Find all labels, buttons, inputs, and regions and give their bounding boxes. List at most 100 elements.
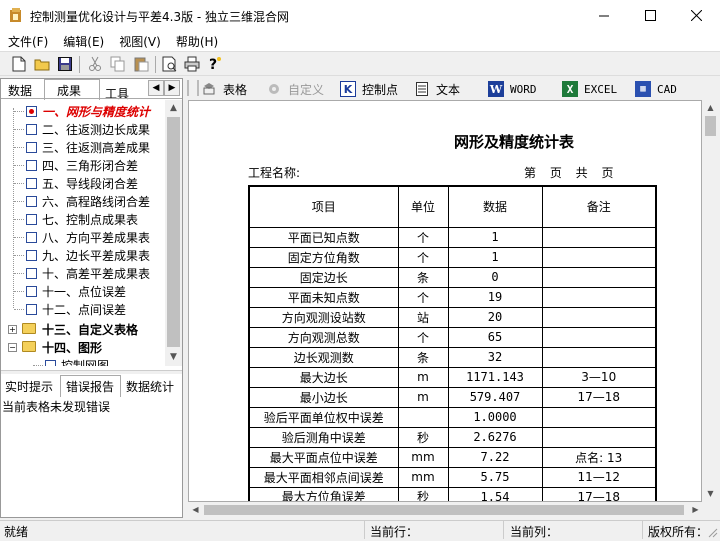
- table-cell[interactable]: 19: [447, 286, 543, 308]
- table-cell[interactable]: 个: [397, 226, 449, 248]
- checkbox-icon[interactable]: [26, 124, 37, 135]
- scroll-left-icon[interactable]: ◀: [188, 502, 203, 518]
- table-cell[interactable]: [541, 426, 657, 448]
- table-cell[interactable]: 个: [397, 246, 449, 268]
- table-cell[interactable]: 最大方位角误差: [248, 486, 399, 501]
- scroll-down-icon[interactable]: ▼: [165, 349, 182, 366]
- table-cell[interactable]: 验后测角中误差: [248, 426, 399, 448]
- tab-scroll-right-icon[interactable]: ▶: [164, 80, 180, 96]
- table-cell[interactable]: 秒: [397, 426, 449, 448]
- table-cell[interactable]: 条: [397, 346, 449, 368]
- minimize-button[interactable]: [581, 0, 627, 31]
- table-cell[interactable]: 1.0000: [447, 406, 543, 428]
- custom-button[interactable]: 自定义: [266, 80, 324, 98]
- save-icon[interactable]: [56, 55, 74, 73]
- table-cell[interactable]: 秒: [397, 486, 449, 501]
- table-cell[interactable]: 0: [447, 266, 543, 288]
- table-cell[interactable]: [541, 306, 657, 328]
- table-cell[interactable]: [541, 286, 657, 308]
- checkbox-icon[interactable]: [26, 286, 37, 297]
- table-cell[interactable]: 最大平面相邻点间误差: [248, 466, 399, 488]
- tab-scroll-left-icon[interactable]: ◀: [148, 80, 164, 96]
- table-cell[interactable]: 验后平面单位权中误差: [248, 406, 399, 428]
- cad-button[interactable]: ▦ CAD: [635, 80, 677, 98]
- tab-results[interactable]: 成果: [57, 79, 81, 98]
- scroll-up-icon[interactable]: ▲: [703, 100, 718, 115]
- table-cell[interactable]: [541, 266, 657, 288]
- scroll-thumb[interactable]: [167, 117, 180, 347]
- table-cell[interactable]: 20: [447, 306, 543, 328]
- menu-view[interactable]: 视图(V): [111, 31, 168, 51]
- table-cell[interactable]: 固定方位角数: [248, 246, 399, 268]
- menu-edit[interactable]: 编辑(E): [55, 31, 111, 51]
- tab-data-statistics[interactable]: 数据统计: [122, 376, 178, 396]
- table-cell[interactable]: 平面已知点数: [248, 226, 399, 248]
- print-preview-icon[interactable]: [161, 55, 179, 73]
- table-cell[interactable]: 3—10: [541, 366, 657, 388]
- tab-data[interactable]: 数据: [8, 79, 32, 98]
- scroll-thumb[interactable]: [705, 116, 716, 136]
- table-button[interactable]: 表格: [201, 80, 247, 98]
- checkbox-icon[interactable]: [26, 196, 37, 207]
- table-cell[interactable]: 1171.143: [447, 366, 543, 388]
- table-cell[interactable]: 个: [397, 326, 449, 348]
- table-cell[interactable]: 32: [447, 346, 543, 368]
- table-cell[interactable]: 固定边长: [248, 266, 399, 288]
- table-cell[interactable]: 11—12: [541, 466, 657, 488]
- checkbox-icon[interactable]: [26, 160, 37, 171]
- scroll-thumb[interactable]: [204, 505, 684, 515]
- table-cell[interactable]: 1: [447, 246, 543, 268]
- table-cell[interactable]: 1: [447, 226, 543, 248]
- table-cell[interactable]: [541, 346, 657, 368]
- text-button[interactable]: 文本: [414, 80, 460, 98]
- menu-help[interactable]: 帮助(H): [168, 31, 225, 51]
- table-cell[interactable]: 2.6276: [447, 426, 543, 448]
- print-icon[interactable]: [183, 55, 201, 73]
- checkbox-icon[interactable]: [26, 232, 37, 243]
- resize-grip-icon[interactable]: [706, 526, 718, 538]
- excel-button[interactable]: X EXCEL: [562, 80, 617, 98]
- paste-icon[interactable]: [132, 55, 150, 73]
- table-cell[interactable]: 7.22: [447, 446, 543, 468]
- scroll-up-icon[interactable]: ▲: [165, 100, 182, 117]
- table-cell[interactable]: 17—18: [541, 486, 657, 501]
- table-cell[interactable]: mm: [397, 446, 449, 468]
- document-vertical-scrollbar[interactable]: ▲ ▼: [703, 100, 718, 502]
- scroll-right-icon[interactable]: ▶: [688, 502, 703, 518]
- maximize-button[interactable]: [627, 0, 673, 31]
- table-cell[interactable]: 站: [397, 306, 449, 328]
- expand-icon[interactable]: +: [8, 325, 17, 334]
- table-cell[interactable]: 个: [397, 286, 449, 308]
- collapse-icon[interactable]: −: [8, 343, 17, 352]
- table-cell[interactable]: m: [397, 366, 449, 388]
- table-cell[interactable]: [541, 326, 657, 348]
- table-cell[interactable]: 平面未知点数: [248, 286, 399, 308]
- checkbox-icon[interactable]: [26, 178, 37, 189]
- table-cell[interactable]: 边长观测数: [248, 346, 399, 368]
- tab-error-report[interactable]: 错误报告: [62, 376, 118, 396]
- cut-icon[interactable]: [86, 55, 104, 73]
- tab-realtime-tips[interactable]: 实时提示: [1, 376, 57, 396]
- table-cell[interactable]: 点名: 13: [541, 446, 657, 468]
- checkbox-icon[interactable]: [26, 214, 37, 225]
- checkbox-icon[interactable]: [26, 304, 37, 315]
- menu-file[interactable]: 文件(F): [0, 31, 55, 51]
- word-button[interactable]: W WORD: [488, 80, 537, 98]
- table-cell[interactable]: 65: [447, 326, 543, 348]
- table-cell[interactable]: m: [397, 386, 449, 408]
- checkbox-icon[interactable]: [26, 106, 37, 117]
- help-icon[interactable]: ?: [205, 55, 223, 73]
- table-cell[interactable]: 方向观测设站数: [248, 306, 399, 328]
- table-cell[interactable]: [541, 246, 657, 268]
- table-cell[interactable]: 最大平面点位中误差: [248, 446, 399, 468]
- table-cell[interactable]: mm: [397, 466, 449, 488]
- control-point-button[interactable]: K 控制点: [340, 80, 398, 98]
- checkbox-icon[interactable]: [45, 360, 56, 366]
- table-cell[interactable]: 579.407: [447, 386, 543, 408]
- table-cell[interactable]: 条: [397, 266, 449, 288]
- checkbox-icon[interactable]: [26, 250, 37, 261]
- table-cell[interactable]: 最大边长: [248, 366, 399, 388]
- table-cell[interactable]: [541, 406, 657, 428]
- table-cell[interactable]: [397, 406, 449, 428]
- table-cell[interactable]: 最小边长: [248, 386, 399, 408]
